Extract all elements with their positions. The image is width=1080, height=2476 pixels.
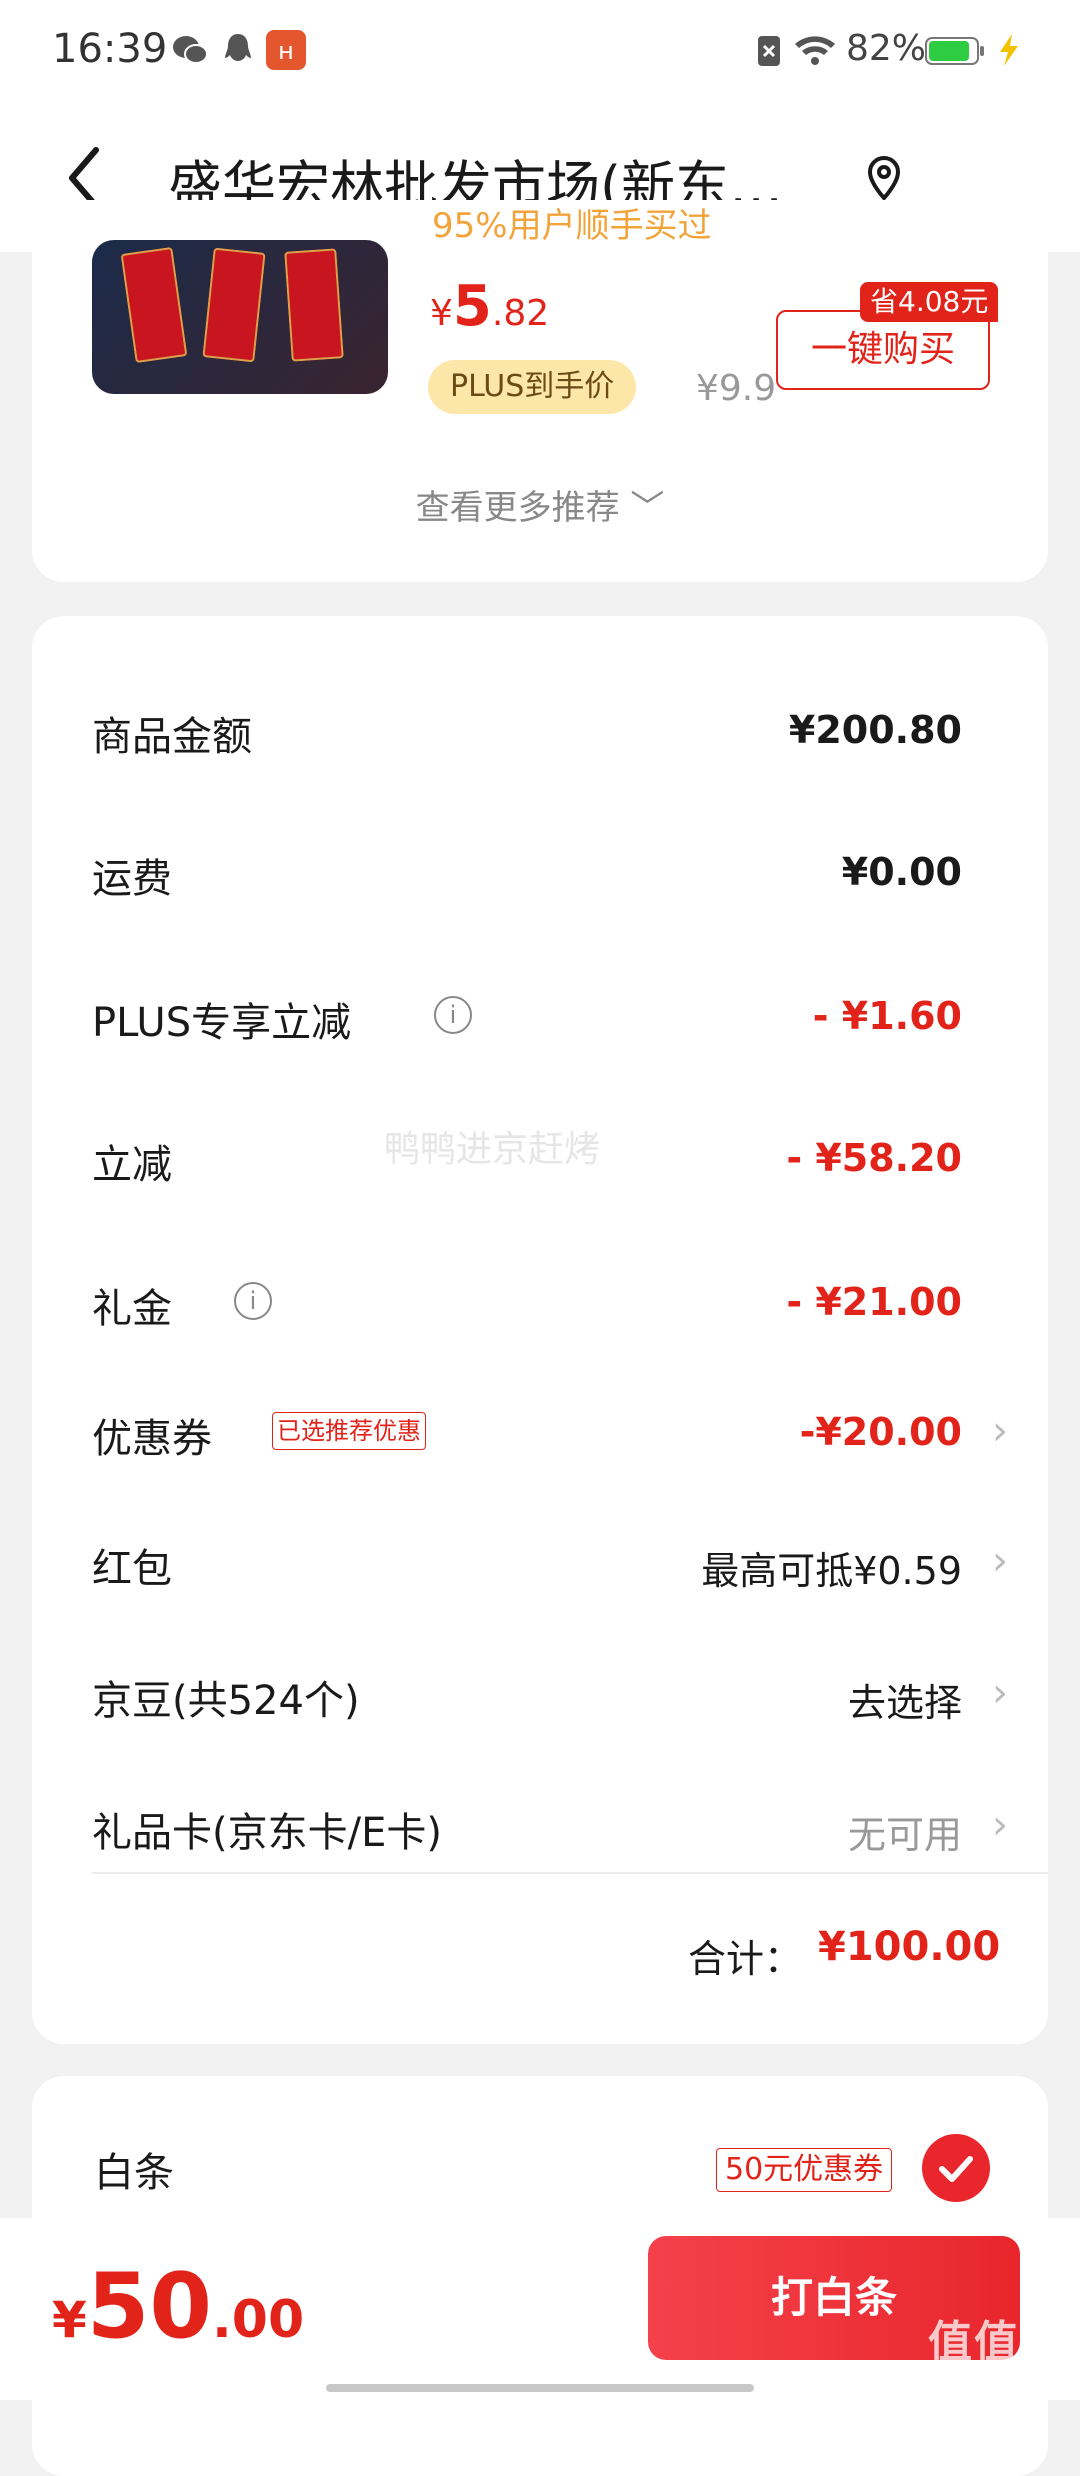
row-value: 去选择 (847, 1681, 962, 1725)
more-recommendations-link[interactable]: 查看更多推荐 ﹀ (32, 480, 1048, 529)
charging-icon (990, 30, 1030, 70)
row-label: 立减 (92, 1142, 172, 1188)
home-indicator[interactable] (326, 2384, 754, 2392)
row-gift-money: 礼金 i - ¥21.00 (92, 1264, 1012, 1344)
checkmark-icon[interactable] (922, 2134, 990, 2202)
divider (92, 1872, 1048, 1874)
row-value: 无可用 (847, 1813, 962, 1857)
row-red-packet[interactable]: 红包 最高可抵¥0.59 › (92, 1524, 1012, 1604)
chevron-right-icon: › (992, 1408, 1008, 1454)
site-watermark-logo: 值值值 (928, 2317, 1066, 2368)
status-bar: 16:39 ʜ 82% (0, 0, 1080, 100)
row-plus-discount: PLUS专享立减 i - ¥1.60 (92, 978, 1012, 1058)
row-value: - ¥58.20 (786, 1136, 962, 1180)
baitiao-coupon-tag: 50元优惠券 (716, 2148, 893, 2192)
original-price: ¥9.9 (696, 368, 777, 409)
amount-integer: 50 (86, 2254, 213, 2359)
plus-price-badge: PLUS到手价 (428, 360, 637, 414)
red-envelope-image (284, 248, 344, 362)
row-jd-beans[interactable]: 京豆(共524个) 去选择 › (92, 1656, 1012, 1736)
watermark: 鸭鸭进京赶烤 (384, 1129, 601, 1170)
red-envelope-image (202, 247, 266, 363)
price-symbol: ¥ (430, 293, 453, 334)
bottom-bar: ¥50.00 打白条 (0, 2218, 1080, 2400)
location-pin-icon[interactable] (864, 154, 904, 204)
row-goods-amount: 商品金额 ¥200.80 (92, 692, 1012, 772)
row-shipping: 运费 ¥0.00 (92, 834, 1012, 914)
amount-symbol: ¥ (52, 2291, 87, 2349)
row-value: -¥20.00 (799, 1410, 962, 1454)
row-value: 最高可抵¥0.59 (701, 1549, 962, 1593)
row-value: - ¥1.60 (812, 994, 962, 1038)
no-sim-icon (748, 30, 788, 70)
row-coupon[interactable]: 优惠券 已选推荐优惠 -¥20.00 › (92, 1394, 1012, 1474)
price-detail-card: 商品金额 ¥200.80 运费 ¥0.00 PLUS专享立减 i - ¥1.60… (32, 616, 1048, 2044)
row-label: 运费 (92, 856, 172, 902)
qq-icon (218, 30, 258, 70)
wifi-icon (792, 30, 838, 70)
row-label: 礼品卡(京东卡/E卡) (92, 1810, 442, 1856)
recommend-card: 95%用户顺手买过 ¥5.82 PLUS到手价 ¥9.9 一键购买 省4.08元… (32, 200, 1048, 582)
baitiao-label: 白条 (94, 2150, 174, 2196)
row-label: 京豆(共524个) (92, 1678, 360, 1724)
one-click-buy-button[interactable]: 一键购买 (776, 310, 990, 390)
app-notification-icon: ʜ (266, 30, 306, 70)
status-time: 16:39 (52, 26, 168, 72)
row-value: - ¥21.00 (786, 1280, 962, 1324)
site-watermark-url: zhizhizhi.com (928, 2362, 1050, 2383)
battery-icon (924, 30, 986, 70)
row-label: 礼金 (92, 1286, 172, 1332)
chevron-right-icon: › (992, 1670, 1008, 1716)
row-gift-card[interactable]: 礼品卡(京东卡/E卡) 无可用 › (92, 1788, 1012, 1868)
chevron-right-icon: › (992, 1538, 1008, 1584)
info-icon[interactable]: i (434, 996, 472, 1034)
pay-amount: ¥50.00 (52, 2254, 304, 2359)
row-label: PLUS专享立减 (92, 1000, 352, 1046)
svg-text:ʜ: ʜ (278, 37, 294, 65)
wechat-icon (170, 30, 210, 70)
price-decimal: .82 (491, 293, 550, 334)
recommend-price: ¥5.82 (430, 274, 549, 339)
row-label: 商品金额 (92, 714, 252, 760)
row-label: 红包 (92, 1546, 172, 1592)
product-thumbnail[interactable] (92, 240, 388, 394)
total-value: ¥100.00 (818, 1924, 1001, 1970)
selected-coupon-tag: 已选推荐优惠 (272, 1412, 426, 1450)
chevron-right-icon: › (992, 1802, 1008, 1848)
total-label: 合计： (688, 1937, 803, 1981)
battery-percent: 82% (846, 28, 927, 69)
price-integer: 5 (452, 274, 492, 339)
amount-decimal: .00 (212, 2290, 305, 2350)
save-badge: 省4.08元 (860, 282, 999, 322)
row-label: 优惠券 (92, 1416, 212, 1462)
row-value: ¥200.80 (788, 708, 962, 752)
info-icon[interactable]: i (234, 1282, 272, 1320)
row-value: ¥0.00 (841, 850, 962, 894)
red-envelope-image (120, 246, 188, 364)
recommend-subtext: 95%用户顺手买过 (432, 206, 712, 246)
